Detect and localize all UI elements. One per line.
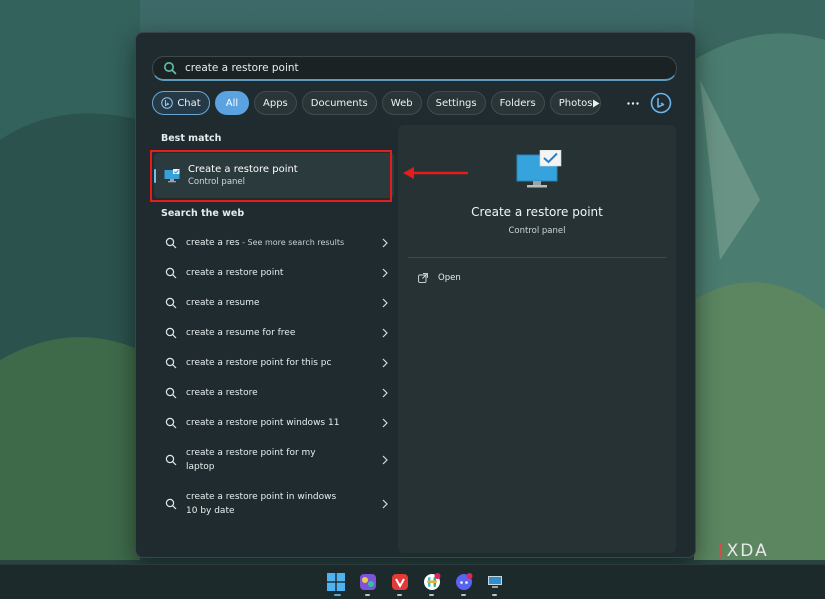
xda-text: XDA [726,541,769,561]
search-icon [165,417,177,429]
search-icon [165,357,177,369]
filter-settings[interactable]: Settings [426,91,486,115]
chevron-right-icon [382,238,388,248]
web-result-text: create a restore point in windows 10 by … [186,492,337,516]
search-panel: Chat All Apps Documents Web Settings Fol… [135,32,696,558]
web-result-item[interactable]: create a restore point [154,258,392,288]
search-icon [165,267,177,279]
web-result-text: create a res [186,238,240,248]
best-match-heading: Best match [161,133,222,144]
search-icon [165,297,177,309]
running-indicator [492,594,497,596]
active-indicator [334,594,341,596]
web-results-list: create a res - See more search results c… [154,228,392,526]
monitor-check-icon [516,150,562,188]
web-result-text: create a restore [186,388,258,398]
web-result-item[interactable]: create a restore point for this pc [154,348,392,378]
search-box[interactable] [152,56,677,81]
search-icon [165,327,177,339]
running-indicator [429,594,434,596]
search-icon [165,387,177,399]
preview-pane: Create a restore point Control panel Ope… [398,125,676,553]
discord-icon[interactable] [455,573,473,591]
search-input[interactable] [185,62,665,74]
slack-icon[interactable] [423,573,441,591]
web-result-item[interactable]: create a restore point for my laptop [154,438,392,482]
chevron-right-icon [382,499,388,509]
filter-apps[interactable]: Apps [254,91,297,115]
xda-watermark: [XDA] [718,541,769,561]
chevron-right-icon [382,328,388,338]
arrow-annotation [403,167,468,179]
chevron-right-icon [382,388,388,398]
more-icon [627,101,639,105]
web-result-text: create a resume for free [186,328,296,338]
web-result-item[interactable]: create a resume [154,288,392,318]
web-result-item[interactable]: create a restore [154,378,392,408]
filter-folders[interactable]: Folders [490,91,545,115]
bing-chat-button[interactable] [650,91,672,115]
open-action[interactable]: Open [418,273,461,283]
chevron-right-icon [382,455,388,465]
bing-icon [650,92,672,114]
xda-bracket-left: [ [718,541,727,561]
web-result-item[interactable]: create a resume for free [154,318,392,348]
web-result-text: create a restore point for my laptop [186,448,316,472]
more-filters-button[interactable] [588,91,604,115]
web-result-text: create a restore point windows 11 [186,418,340,428]
bing-icon [161,97,174,109]
web-result-text: create a restore point for this pc [186,358,332,368]
filter-chat-label: Chat [177,97,201,109]
search-icon [165,498,177,510]
web-result-text: create a resume [186,298,260,308]
search-icon [165,454,177,466]
running-indicator [397,594,402,596]
highlight-annotation [150,150,392,202]
filter-bar: Chat All Apps Documents Web Settings Fol… [152,91,602,115]
preview-divider [408,257,666,258]
copilot-icon[interactable] [359,573,377,591]
web-result-item[interactable]: create a res - See more search results [154,228,392,258]
web-result-subtext: - See more search results [239,238,345,247]
windows-start-icon[interactable] [327,573,345,591]
vivaldi-icon[interactable] [391,573,409,591]
open-external-icon [418,273,428,283]
web-result-item[interactable]: create a restore point in windows 10 by … [154,482,392,526]
search-icon [165,237,177,249]
web-section-heading: Search the web [161,208,245,219]
web-result-item[interactable]: create a restore point windows 11 [154,408,392,438]
control-panel-icon[interactable] [486,573,504,591]
chevron-right-icon [382,358,388,368]
preview-subtitle: Control panel [508,226,566,236]
filter-documents[interactable]: Documents [301,91,377,115]
play-icon [593,99,600,107]
search-icon [164,62,177,75]
filter-web[interactable]: Web [381,91,422,115]
open-label: Open [438,273,461,283]
filter-chat[interactable]: Chat [152,91,210,115]
filter-all[interactable]: All [215,91,249,115]
chevron-right-icon [382,268,388,278]
chevron-right-icon [382,298,388,308]
running-indicator [461,594,466,596]
running-indicator [365,594,370,596]
taskbar [0,564,825,599]
web-result-text: create a restore point [186,268,284,278]
preview-title: Create a restore point [471,205,603,219]
chevron-right-icon [382,418,388,428]
more-options-button[interactable] [624,91,642,115]
